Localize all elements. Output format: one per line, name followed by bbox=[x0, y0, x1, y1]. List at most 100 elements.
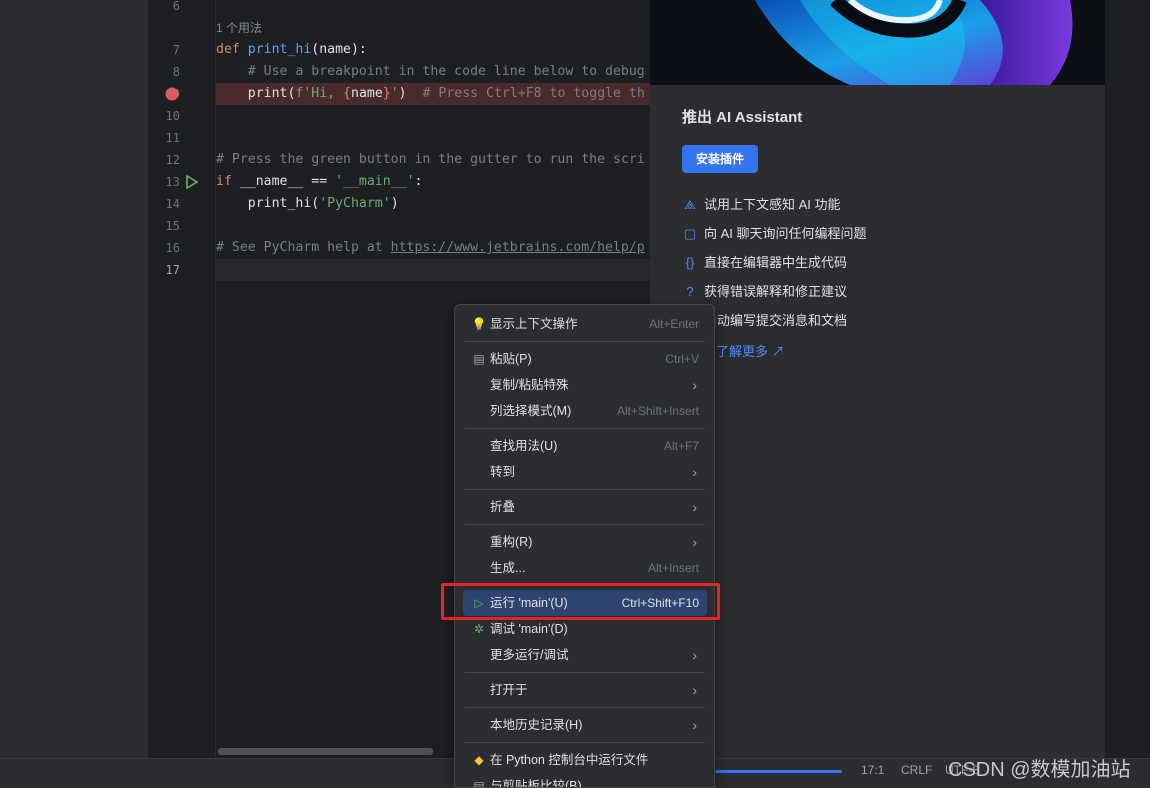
menu-item-label: 打开于 bbox=[490, 683, 528, 697]
menu-item-shortcut: Alt+F7 bbox=[663, 439, 699, 453]
line-number: 14 bbox=[165, 197, 180, 211]
ai-feature-item: ⟁ 试用上下文感知 AI 功能 bbox=[682, 195, 841, 215]
menu-item-label: 更多运行/调试 bbox=[490, 648, 569, 662]
code-token: def bbox=[216, 42, 248, 57]
line-number: 12 bbox=[165, 153, 180, 167]
menu-item[interactable]: 更多运行/调试 › bbox=[463, 642, 707, 668]
menu-separator bbox=[465, 672, 705, 673]
line-number: 8 bbox=[172, 65, 180, 79]
menu-item[interactable]: 💡 显示上下文操作 Alt+Enter bbox=[463, 311, 707, 337]
menu-separator bbox=[465, 742, 705, 743]
menu-item[interactable]: ▤ 粘贴(P) Ctrl+V bbox=[463, 346, 707, 372]
code-line[interactable]: print_hi('PyCharm') bbox=[216, 193, 650, 215]
menu-item[interactable]: 生成... Alt+Insert bbox=[463, 555, 707, 581]
code-token: https://www.jetbrains.com/help/p bbox=[390, 240, 645, 255]
ai-feature-label: 向 AI 聊天询问任何编程问题 bbox=[704, 226, 867, 241]
status-progress-bar bbox=[715, 770, 842, 773]
code-token: print( bbox=[216, 86, 296, 101]
menu-item[interactable]: 复制/粘贴特殊 › bbox=[463, 372, 707, 398]
menu-item[interactable]: 查找用法(U) Alt+F7 bbox=[463, 433, 707, 459]
code-token: f'Hi, bbox=[295, 86, 344, 101]
menu-item[interactable]: ▤ 与剪贴板比较(B) bbox=[463, 773, 707, 788]
code-token: # Use a breakpoint in the code line belo… bbox=[216, 64, 645, 79]
code-token: (name): bbox=[311, 42, 367, 57]
menu-item[interactable]: 打开于 › bbox=[463, 677, 707, 703]
ai-feature-label: 自动编写提交消息和文档 bbox=[704, 313, 848, 328]
menu-item[interactable]: ◆ 在 Python 控制台中运行文件 bbox=[463, 747, 707, 773]
menu-item[interactable]: 列选择模式(M) Alt+Shift+Insert bbox=[463, 398, 707, 424]
line-ending[interactable]: CRLF bbox=[901, 763, 932, 777]
chevron-right-icon: › bbox=[692, 499, 697, 515]
chevron-right-icon: › bbox=[692, 534, 697, 550]
ai-feature-item: ? 获得错误解释和修正建议 bbox=[682, 282, 847, 302]
project-panel-strip bbox=[0, 0, 148, 758]
debug-bug-icon: ✲ bbox=[473, 622, 485, 636]
clipboard-icon: ▤ bbox=[473, 352, 485, 366]
menu-item-shortcut: Alt+Shift+Insert bbox=[616, 404, 699, 418]
line-number: 16 bbox=[165, 241, 180, 255]
learn-more-link[interactable]: 了解更多 ↗ bbox=[716, 341, 785, 360]
code-line[interactable]: def print_hi(name): bbox=[216, 39, 650, 61]
horizontal-scrollbar[interactable] bbox=[218, 748, 433, 755]
menu-item[interactable]: 转到 › bbox=[463, 459, 707, 485]
line-number: 10 bbox=[165, 109, 180, 123]
menu-separator bbox=[465, 524, 705, 525]
ai-banner-image bbox=[650, 0, 1105, 85]
code-token: if bbox=[216, 174, 240, 189]
chevron-right-icon: › bbox=[692, 377, 697, 393]
ai-feature-label: 试用上下文感知 AI 功能 bbox=[704, 197, 841, 212]
python-icon: ◆ bbox=[474, 753, 484, 767]
menu-item[interactable]: 本地历史记录(H) › bbox=[463, 712, 707, 738]
code-line[interactable]: if __name__ == '__main__': bbox=[216, 171, 650, 193]
code-token: name bbox=[351, 86, 383, 101]
line-number: 11 bbox=[165, 131, 180, 145]
line-number: 6 bbox=[172, 0, 180, 13]
code-line[interactable]: # Use a breakpoint in the code line belo… bbox=[216, 61, 650, 83]
menu-item-label: 粘贴(P) bbox=[490, 352, 532, 366]
code-token: ) bbox=[390, 196, 399, 211]
breakpoint-icon[interactable] bbox=[164, 86, 180, 102]
ai-feature-item: ▢ 向 AI 聊天询问任何编程问题 bbox=[682, 224, 867, 244]
line-number: 7 bbox=[172, 43, 180, 57]
code-token: ) bbox=[398, 86, 423, 101]
ai-feature-label: 直接在编辑器中生成代码 bbox=[704, 255, 848, 270]
cursor-position[interactable]: 17:1 bbox=[861, 763, 884, 777]
line-number: 15 bbox=[165, 219, 180, 233]
run-gutter-icon[interactable] bbox=[184, 174, 200, 190]
code-token: 'PyCharm' bbox=[319, 196, 391, 211]
menu-item[interactable]: 重构(R) › bbox=[463, 529, 707, 555]
editor-gutter: 67891011121314151617 bbox=[148, 0, 216, 758]
code-line[interactable]: # Press the green button in the gutter t… bbox=[216, 149, 650, 171]
chevron-right-icon: › bbox=[692, 464, 697, 480]
menu-item-shortcut: Ctrl+V bbox=[665, 352, 699, 366]
menu-separator bbox=[465, 428, 705, 429]
ai-context-icon: ⟁ bbox=[684, 197, 696, 212]
code-token: ' bbox=[390, 86, 399, 101]
menu-item-shortcut: Alt+Enter bbox=[649, 317, 699, 331]
usage-hint[interactable]: 1 个用法 bbox=[216, 17, 650, 39]
line-number: 13 bbox=[165, 175, 180, 189]
menu-item-label: 显示上下文操作 bbox=[490, 317, 578, 331]
code-token: print_hi bbox=[247, 42, 312, 57]
menu-item-shortcut: Alt+Insert bbox=[647, 561, 699, 575]
panel-title: 推出 AI Assistant bbox=[682, 109, 803, 126]
code-token: print_hi( bbox=[216, 196, 320, 211]
code-line[interactable]: # See PyCharm help at https://www.jetbra… bbox=[216, 237, 650, 259]
line-number: 17 bbox=[165, 263, 180, 277]
menu-item-label: 在 Python 控制台中运行文件 bbox=[490, 753, 649, 767]
context-menu: 💡 显示上下文操作 Alt+Enter ▤ 粘贴(P) Ctrl+V 复制/粘贴特殊 › 列选择… bbox=[454, 304, 715, 788]
install-plugin-button[interactable]: 安装插件 bbox=[682, 145, 758, 173]
code-token: '__main__' bbox=[335, 174, 415, 189]
menu-item-label: 转到 bbox=[490, 465, 516, 479]
menu-item[interactable]: 折叠 › bbox=[463, 494, 707, 520]
help-circle-icon: ? bbox=[686, 284, 694, 299]
lightbulb-icon: 💡 bbox=[471, 317, 487, 331]
compare-clipboard-icon: ▤ bbox=[473, 779, 485, 788]
code-token: : bbox=[414, 174, 423, 189]
watermark: CSDN @数模加油站 bbox=[948, 759, 1131, 781]
menu-item-label: 本地历史记录(H) bbox=[490, 718, 583, 732]
menu-item-label: 查找用法(U) bbox=[490, 439, 558, 453]
menu-item-label: 列选择模式(M) bbox=[490, 404, 572, 418]
chat-bubble-icon: ▢ bbox=[683, 226, 697, 241]
code-line[interactable]: print(f'Hi, {name}') # Press Ctrl+F8 to … bbox=[216, 83, 650, 105]
